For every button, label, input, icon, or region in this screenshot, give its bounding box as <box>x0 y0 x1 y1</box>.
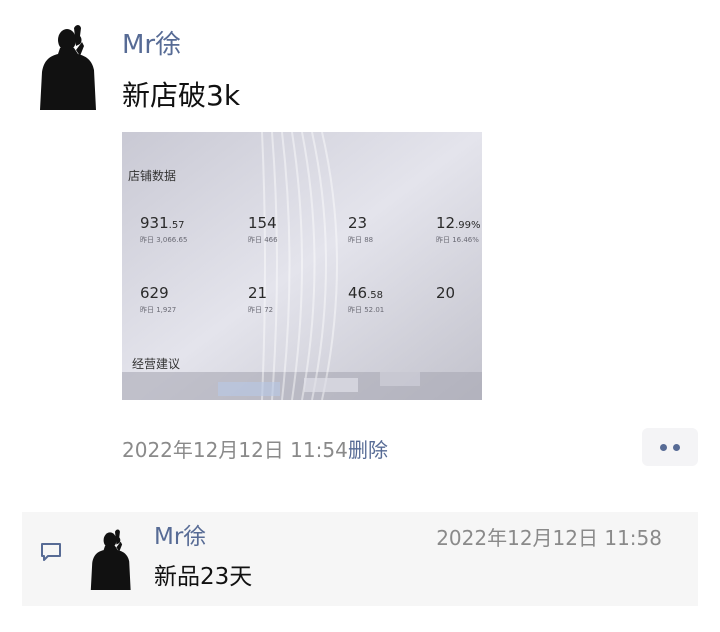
post-author-name[interactable]: Mr徐 <box>122 28 181 62</box>
photo-metric-value: 20 <box>436 284 455 302</box>
comment-panel: Mr徐 2022年12月12日 11:58 新品23天 <box>22 512 698 606</box>
photo-metric-sub: 昨日 1,927 <box>140 305 176 314</box>
photo-metric-value: 629 <box>140 284 169 302</box>
comment-author-avatar[interactable] <box>84 526 136 590</box>
comment-timestamp: 2022年12月12日 11:58 <box>436 526 662 550</box>
photo-metric-sub: 昨日 72 <box>248 305 273 314</box>
photo-metric-sub: 昨日 466 <box>248 235 278 244</box>
more-dot <box>660 443 667 451</box>
photo-metric-sub: 昨日 52.01 <box>348 305 384 314</box>
photo-metric-value: 21 <box>248 284 267 302</box>
photo-metric-sub: 昨日 3,066.65 <box>140 235 187 244</box>
post-text: 新店破3k <box>122 79 241 112</box>
photo-section-title-2: 经营建议 <box>132 357 180 371</box>
delete-button[interactable]: 删除 <box>348 436 388 464</box>
post-author-avatar[interactable] <box>36 20 98 110</box>
photo-metric-sub: 昨日 16.46% <box>436 235 479 244</box>
photo-metric-value: 23 <box>348 214 367 232</box>
comment-icon <box>40 542 62 566</box>
photo-metric-sub: 昨日 88 <box>348 235 373 244</box>
comment-author-name[interactable]: Mr徐 <box>154 522 206 552</box>
comment-text: 新品23天 <box>154 564 253 590</box>
svg-text:经营建议: 经营建议 <box>132 357 180 371</box>
more-dot <box>673 443 680 451</box>
svg-text:店铺数据: 店铺数据 <box>128 168 176 183</box>
more-dots-icon[interactable] <box>642 428 698 466</box>
photo-metric-value: 154 <box>248 214 277 232</box>
photo-section-title: 店铺数据 <box>128 168 176 183</box>
post-timestamp: 2022年12月12日 11:54 <box>122 438 348 462</box>
post-photo[interactable]: 店铺数据 经营建议 931.57 昨日 3,066.65 154 昨日 466 23 昨日… <box>122 132 482 400</box>
